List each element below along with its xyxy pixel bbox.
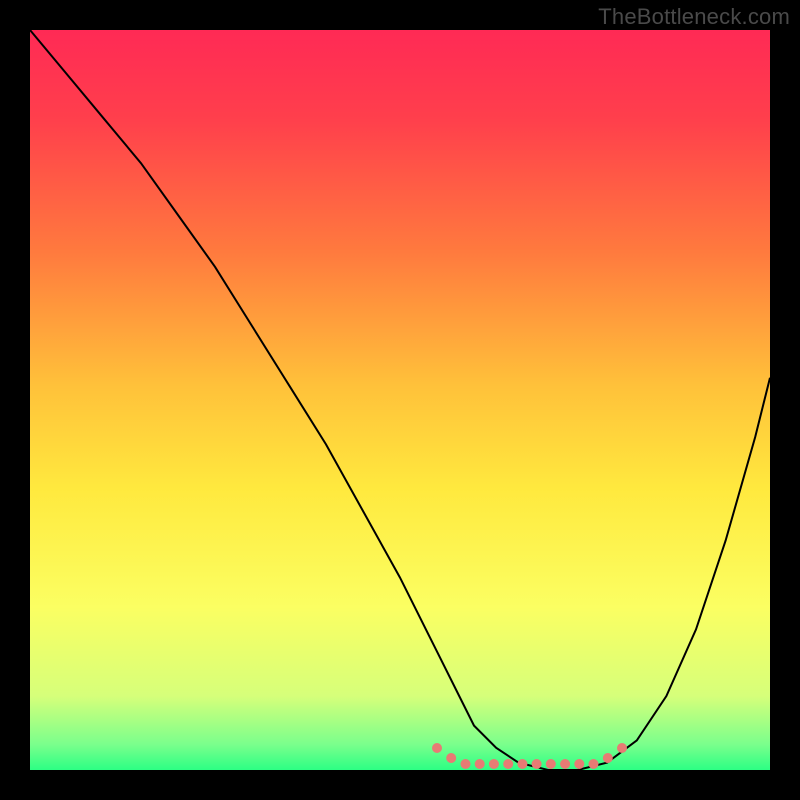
sweet-spot-dot — [461, 759, 471, 769]
sweet-spot-dot — [617, 743, 627, 753]
sweet-spot-dot — [574, 759, 584, 769]
sweet-spot-dot — [503, 759, 513, 769]
sweet-spot-dot — [432, 743, 442, 753]
plot-gradient-background — [30, 30, 770, 770]
sweet-spot-dot — [446, 753, 456, 763]
sweet-spot-dot — [489, 759, 499, 769]
sweet-spot-dot — [475, 759, 485, 769]
sweet-spot-dot — [560, 759, 570, 769]
sweet-spot-dot — [532, 759, 542, 769]
sweet-spot-dot — [517, 759, 527, 769]
chart-frame: TheBottleneck.com — [0, 0, 800, 800]
sweet-spot-dot — [603, 753, 613, 763]
sweet-spot-dot — [589, 759, 599, 769]
sweet-spot-dot — [546, 759, 556, 769]
watermark-text: TheBottleneck.com — [598, 4, 790, 30]
bottleneck-chart — [0, 0, 800, 800]
